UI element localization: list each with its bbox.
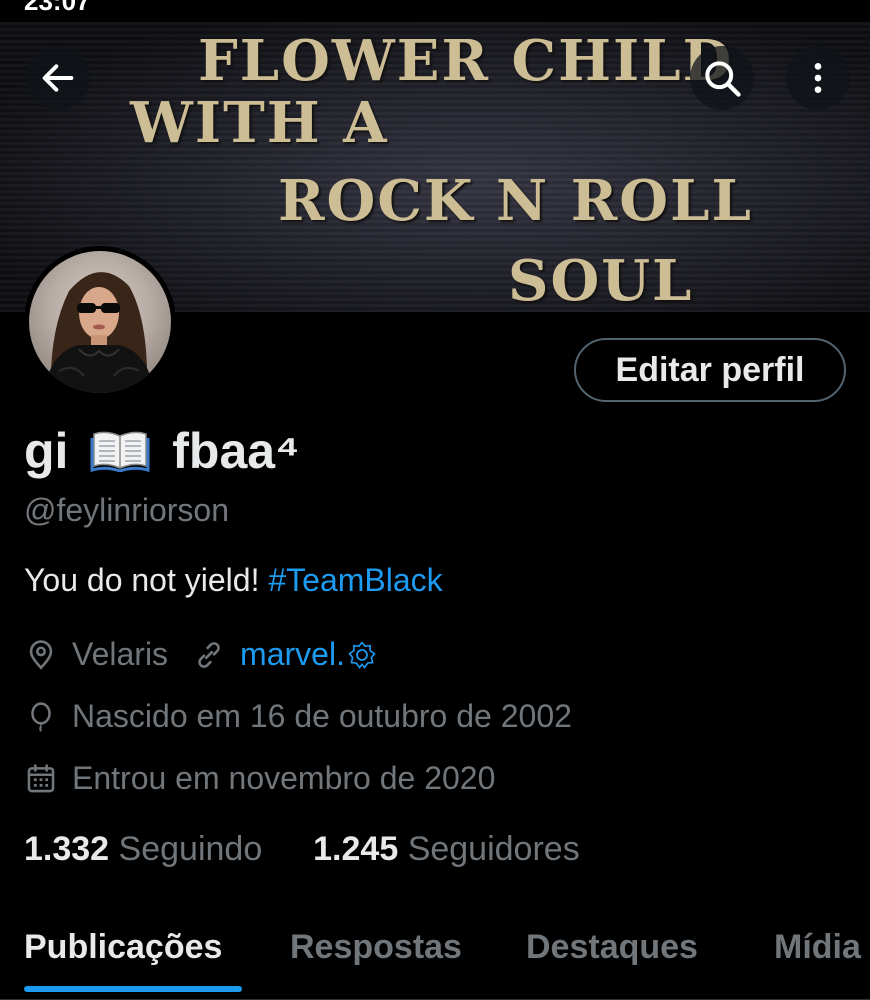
profile-tabs: Publicações Respostas Destaques Mídia (0, 900, 870, 1000)
joined-row: Entrou em novembro de 2020 (24, 760, 495, 797)
tab-posts[interactable]: Publicações (24, 928, 222, 967)
joined-text: Entrou em novembro de 2020 (72, 760, 496, 796)
tab-highlights[interactable]: Destaques (526, 928, 698, 967)
website-link[interactable]: marvel. (240, 636, 345, 673)
bio-text: You do not yield! (24, 562, 269, 598)
tab-replies[interactable]: Respostas (290, 928, 462, 967)
edit-profile-button[interactable]: Editar perfil (574, 338, 846, 402)
birthdate-row: Nascido em 16 de outubro de 2002 (24, 698, 572, 735)
birthdate-text: Nascido em 16 de outubro de 2002 (72, 698, 572, 734)
following-link[interactable]: 1.332 Seguindo (24, 830, 272, 868)
username-handle: @feylinriorson (24, 492, 229, 528)
followers-label: Seguidores (407, 830, 580, 868)
avatar[interactable] (24, 246, 176, 398)
bio: You do not yield! #TeamBlack (24, 562, 443, 599)
display-name-suffix: fbaa⁴ (172, 423, 300, 479)
status-bar: 23:07 (0, 0, 870, 22)
display-name-prefix: gi (24, 423, 69, 479)
more-vertical-icon (814, 63, 822, 93)
tab-media[interactable]: Mídia (774, 928, 861, 967)
following-count: 1.332 (24, 830, 110, 868)
banner-text-line: WITH A (130, 90, 389, 156)
link-icon (192, 638, 226, 672)
followers-count: 1.245 (313, 830, 399, 868)
banner-text-line: SOUL (508, 248, 694, 312)
bio-hashtag-link[interactable]: #TeamBlack (268, 562, 442, 598)
arrow-left-icon (42, 64, 74, 92)
open-book-icon (90, 426, 150, 484)
following-label: Seguindo (118, 830, 263, 868)
avatar-image (43, 272, 155, 393)
followers-link[interactable]: 1.245 Seguidores (313, 830, 580, 868)
location-pin-icon (24, 638, 58, 672)
location-text: Velaris (72, 636, 169, 672)
active-tab-indicator (24, 986, 242, 992)
verified-domain-icon (347, 640, 377, 670)
calendar-icon (24, 762, 58, 796)
balloon-icon (24, 700, 58, 734)
back-button[interactable] (26, 46, 90, 110)
search-button[interactable] (690, 46, 754, 110)
more-options-button[interactable] (786, 46, 850, 110)
status-time: 23:07 (24, 0, 91, 16)
follow-stats: 1.332 Seguindo 1.245 Seguidores (24, 830, 580, 869)
banner-text-line: ROCK N ROLL (278, 168, 753, 234)
banner-text-line: FLOWER CHILD (198, 28, 734, 94)
location-row: Velaris marvel. (24, 636, 377, 673)
display-name: gi fbaa⁴ (24, 422, 300, 484)
search-icon (705, 61, 741, 97)
